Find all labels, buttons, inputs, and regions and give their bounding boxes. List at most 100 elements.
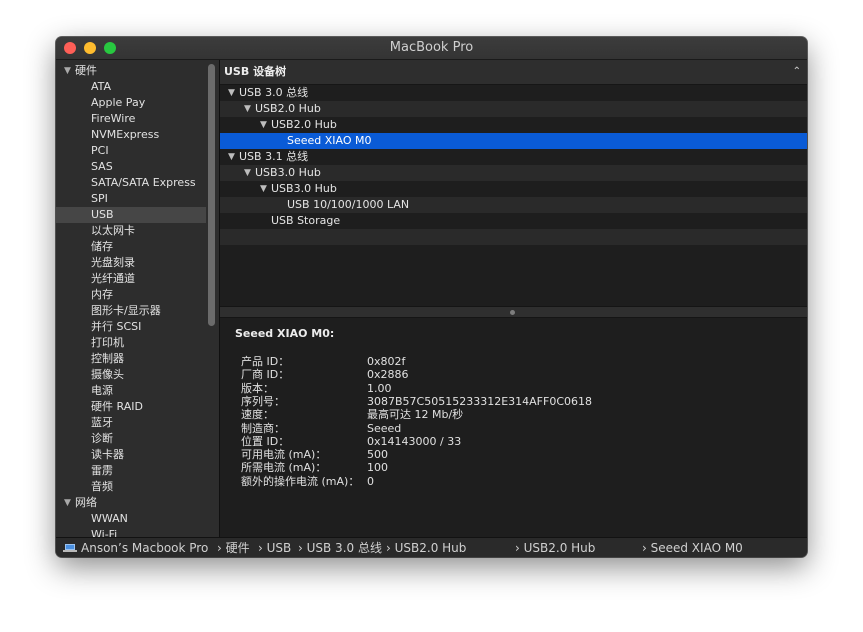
sidebar-item[interactable]: 以太网卡 — [56, 223, 206, 239]
sidebar-item[interactable]: SPI — [56, 191, 206, 207]
sidebar-item[interactable]: 光盘刻录 — [56, 255, 206, 271]
tree-header[interactable]: USB 设备树 ⌃ — [220, 60, 807, 85]
tree-row[interactable]: ▼ USB2.0 Hub — [220, 117, 807, 133]
detail-field: 位置 ID： 0x14143000 / 33 — [241, 435, 801, 448]
tree-row-empty — [220, 245, 807, 261]
breadcrumb-item[interactable]: › USB — [258, 538, 291, 557]
sidebar-item-label: 并行 SCSI — [91, 320, 142, 333]
sidebar-item[interactable]: FireWire — [56, 111, 206, 127]
detail-field-value: 0x14143000 / 33 — [367, 434, 462, 448]
breadcrumb-item[interactable]: › USB2.0 Hub — [515, 538, 595, 557]
detail-field: 版本： 1.00 — [241, 382, 801, 395]
splitter-handle-icon[interactable] — [510, 310, 515, 315]
tree-row[interactable]: USB 10/100/1000 LAN — [220, 197, 807, 213]
title-bar[interactable]: MacBook Pro — [56, 37, 807, 60]
sidebar-item[interactable]: 内存 — [56, 287, 206, 303]
chevron-up-icon[interactable]: ⌃ — [793, 60, 801, 84]
sidebar-item[interactable]: SAS — [56, 159, 206, 175]
sidebar-item-label: FireWire — [91, 112, 136, 125]
breadcrumb-item[interactable]: › USB 3.0 总线 — [298, 538, 382, 557]
sidebar-scrollbar-thumb[interactable] — [208, 64, 215, 326]
sidebar-item[interactable]: SATA/SATA Express — [56, 175, 206, 191]
disclosure-triangle-icon[interactable]: ▼ — [260, 181, 267, 197]
sidebar-item[interactable]: 光纤通道 — [56, 271, 206, 287]
breadcrumb-item[interactable]: › USB2.0 Hub — [386, 538, 466, 557]
sidebar-item[interactable]: 雷雳 — [56, 463, 206, 479]
sidebar-item[interactable]: 并行 SCSI — [56, 319, 206, 335]
sidebar-item-label: 光纤通道 — [91, 272, 135, 285]
pane-splitter[interactable] — [220, 306, 807, 318]
sidebar-group[interactable]: ▼ 硬件 — [56, 63, 206, 79]
sidebar-item-label: USB — [91, 208, 114, 221]
sidebar-group[interactable]: ▼ 网络 — [56, 495, 206, 511]
tree-row[interactable]: ▼ USB3.0 Hub — [220, 181, 807, 197]
sidebar-item[interactable]: 打印机 — [56, 335, 206, 351]
sidebar-item[interactable]: 电源 — [56, 383, 206, 399]
breadcrumb-item[interactable]: Anson’s Macbook Pro — [81, 538, 208, 557]
sidebar-item[interactable]: Wi-Fi — [56, 527, 206, 537]
sidebar: ▼ 硬件 ATA Apple Pay FireWire NVMExpress PCI SAS S… — [56, 60, 219, 537]
sidebar-item[interactable]: 控制器 — [56, 351, 206, 367]
sidebar-item-label: 电源 — [91, 384, 113, 397]
sidebar-item-label: 打印机 — [91, 336, 124, 349]
sidebar-item[interactable]: 音频 — [56, 479, 206, 495]
sidebar-item[interactable]: ATA — [56, 79, 206, 95]
disclosure-triangle-icon[interactable]: ▼ — [228, 149, 235, 165]
detail-field: 序列号： 3087B57C50515233312E314AFF0C0618 — [241, 395, 801, 408]
path-bar: Anson’s Macbook Pro › 硬件 › USB › USB 3.0 总线… — [56, 537, 807, 557]
detail-field-value: 最高可达 12 Mb/秒 — [367, 408, 464, 422]
tree-row[interactable]: ▼ USB3.0 Hub — [220, 165, 807, 181]
sidebar-item-label: 以太网卡 — [91, 224, 135, 237]
disclosure-triangle-icon[interactable]: ▼ — [244, 165, 251, 181]
detail-field-key: 位置 ID： — [241, 434, 290, 448]
detail-field: 制造商： Seeed — [241, 422, 801, 435]
sidebar-item[interactable]: 蓝牙 — [56, 415, 206, 431]
disclosure-triangle-icon[interactable]: ▼ — [64, 63, 71, 79]
disclosure-triangle-icon[interactable]: ▼ — [228, 85, 235, 101]
breadcrumb-item[interactable]: › Seeed XIAO M0 — [642, 538, 743, 557]
sidebar-item[interactable]: 诊断 — [56, 431, 206, 447]
tree-row[interactable]: Seeed XIAO M0 — [220, 133, 807, 149]
system-information-window: MacBook Pro ▼ 硬件 ATA Apple Pay FireWire NVMEx… — [56, 37, 807, 557]
detail-title: Seeed XIAO M0: — [235, 327, 335, 340]
tree-header-label: USB 设备树 — [224, 65, 287, 78]
detail-field-value: 3087B57C50515233312E314AFF0C0618 — [367, 394, 593, 408]
sidebar-item[interactable]: 硬件 RAID — [56, 399, 206, 415]
sidebar-item-label: Wi-Fi — [91, 528, 118, 537]
tree-row[interactable]: ▼ USB 3.1 总线 — [220, 149, 807, 165]
sidebar-item[interactable]: Apple Pay — [56, 95, 206, 111]
sidebar-item[interactable]: 摄像头 — [56, 367, 206, 383]
sidebar-item[interactable]: PCI — [56, 143, 206, 159]
sidebar-item-label: ATA — [91, 80, 112, 93]
breadcrumb-item[interactable]: › 硬件 — [217, 538, 250, 557]
detail-field-key: 可用电流 (mA)： — [241, 448, 327, 462]
sidebar-item[interactable]: USB — [56, 207, 206, 223]
laptop-icon — [63, 544, 77, 552]
detail-field-value: 0x802f — [367, 355, 406, 368]
disclosure-triangle-icon[interactable]: ▼ — [244, 101, 251, 117]
sidebar-item[interactable]: 储存 — [56, 239, 206, 255]
disclosure-triangle-icon[interactable]: ▼ — [64, 495, 71, 511]
tree-row-label: USB 3.1 总线 — [239, 150, 309, 163]
sidebar-item[interactable]: NVMExpress — [56, 127, 206, 143]
sidebar-item[interactable]: 图形卡/显示器 — [56, 303, 206, 319]
sidebar-item[interactable]: 读卡器 — [56, 447, 206, 463]
detail-field: 额外的操作电流 (mA)： 0 — [241, 475, 801, 488]
tree-row[interactable]: ▼ USB 3.0 总线 — [220, 85, 807, 101]
tree-row-label: USB3.0 Hub — [271, 182, 337, 195]
detail-field: 厂商 ID： 0x2886 — [241, 368, 801, 381]
tree-row[interactable]: USB Storage — [220, 213, 807, 229]
tree-row-label: USB Storage — [271, 214, 341, 227]
detail-field: 产品 ID： 0x802f — [241, 355, 801, 368]
tree-row-empty — [220, 229, 807, 245]
detail-field: 可用电流 (mA)： 500 — [241, 448, 801, 461]
sidebar-item-label: PCI — [91, 144, 109, 157]
sidebar-item-label: WWAN — [91, 512, 128, 525]
sidebar-item[interactable]: WWAN — [56, 511, 206, 527]
tree-row[interactable]: ▼ USB2.0 Hub — [220, 101, 807, 117]
detail-field-value: 0x2886 — [367, 368, 409, 382]
detail-field-key: 额外的操作电流 (mA)： — [241, 474, 360, 488]
detail-field-value: 1.00 — [367, 381, 392, 395]
disclosure-triangle-icon[interactable]: ▼ — [260, 117, 267, 133]
tree-row-label: USB2.0 Hub — [255, 102, 321, 115]
